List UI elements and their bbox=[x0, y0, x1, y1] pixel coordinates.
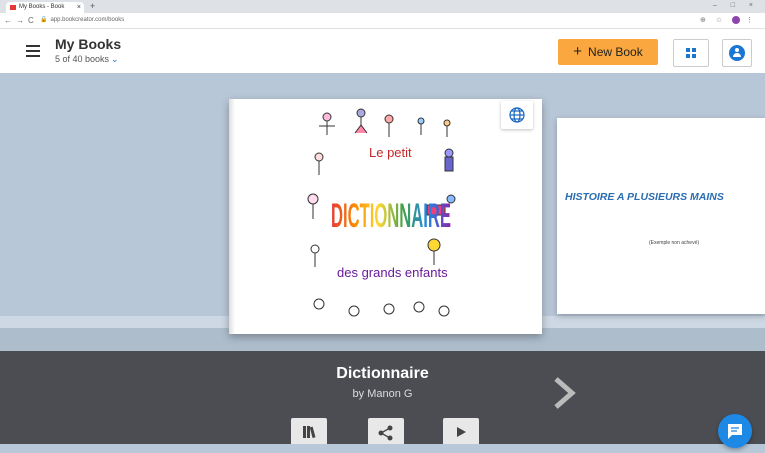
book-info-bar: Dictionnaire by Manon G bbox=[0, 351, 765, 444]
menu-icon[interactable] bbox=[26, 45, 40, 57]
plus-icon: + bbox=[573, 43, 583, 60]
book-title: Dictionnaire bbox=[336, 365, 429, 382]
globe-icon bbox=[509, 107, 525, 123]
address-bar[interactable]: 🔒 app.bookcreator.com/books bbox=[40, 15, 124, 26]
account-button[interactable] bbox=[722, 39, 752, 67]
share-button[interactable] bbox=[368, 418, 404, 444]
browser-nav-buttons[interactable]: ←→C bbox=[4, 14, 38, 27]
svg-text:DICTIONNAIRE: DICTIONNAIRE bbox=[331, 197, 451, 235]
next-book-subtitle: (Exemple non achevé) bbox=[649, 240, 700, 246]
next-book-title: HISTOIRE A PLUSIEURS MAINS bbox=[565, 191, 724, 203]
svg-text:des grands enfants: des grands enfants bbox=[337, 265, 448, 280]
share-icon bbox=[378, 425, 393, 441]
next-book-cover[interactable]: HISTOIRE A PLUSIEURS MAINS (Exemple non … bbox=[557, 118, 765, 314]
grid-icon bbox=[686, 48, 696, 58]
new-book-label: New Book bbox=[588, 45, 643, 59]
current-book-cover[interactable]: Le petit DICTIONNAIRE des grands enfants bbox=[229, 99, 542, 334]
window-controls[interactable]: – □ × bbox=[713, 0, 759, 11]
language-button[interactable] bbox=[501, 101, 533, 129]
bookshelf-stage: HISTOIRE A PLUSIEURS MAINS (Exemple non … bbox=[0, 73, 765, 351]
browser-tab[interactable]: My Books - Book Creator × bbox=[6, 2, 84, 21]
browser-extensions[interactable]: ⊕ ☆ ⋮ bbox=[700, 14, 757, 27]
close-tab-icon[interactable]: × bbox=[77, 2, 81, 13]
next-book-button[interactable] bbox=[548, 373, 578, 413]
profile-icon[interactable] bbox=[732, 16, 741, 25]
chevron-right-icon bbox=[554, 377, 576, 409]
browser-tab-strip: My Books - Book Creator × + – □ × bbox=[0, 0, 765, 21]
chat-button[interactable] bbox=[718, 414, 752, 448]
library-button[interactable] bbox=[291, 418, 327, 444]
page-title: My Books bbox=[55, 36, 122, 52]
svg-text:Le petit: Le petit bbox=[369, 145, 412, 160]
library-icon bbox=[303, 426, 316, 439]
book-count-label: 5 of 40 books bbox=[55, 54, 110, 64]
url-text: app.bookcreator.com/books bbox=[50, 17, 125, 23]
play-button[interactable] bbox=[443, 418, 479, 444]
favicon-icon bbox=[10, 5, 16, 10]
chat-icon bbox=[728, 424, 742, 439]
play-icon bbox=[457, 427, 466, 437]
book-author: by Manon G bbox=[352, 388, 413, 400]
browser-toolbar: ←→C 🔒 app.bookcreator.com/books ⊕ ☆ ⋮ bbox=[0, 13, 765, 29]
book-count-selector[interactable]: 5 of 40 books ⌄ bbox=[55, 54, 119, 65]
new-tab-button[interactable]: + bbox=[90, 0, 95, 13]
app-header: My Books 5 of 40 books ⌄ + New Book bbox=[0, 29, 765, 73]
chevron-down-icon: ⌄ bbox=[111, 54, 119, 64]
cover-illustration: Le petit DICTIONNAIRE des grands enfants bbox=[307, 108, 456, 317]
lock-icon: 🔒 bbox=[40, 17, 48, 23]
grid-view-button[interactable] bbox=[673, 39, 709, 67]
account-icon bbox=[729, 45, 745, 61]
new-book-button[interactable]: + New Book bbox=[558, 39, 658, 65]
